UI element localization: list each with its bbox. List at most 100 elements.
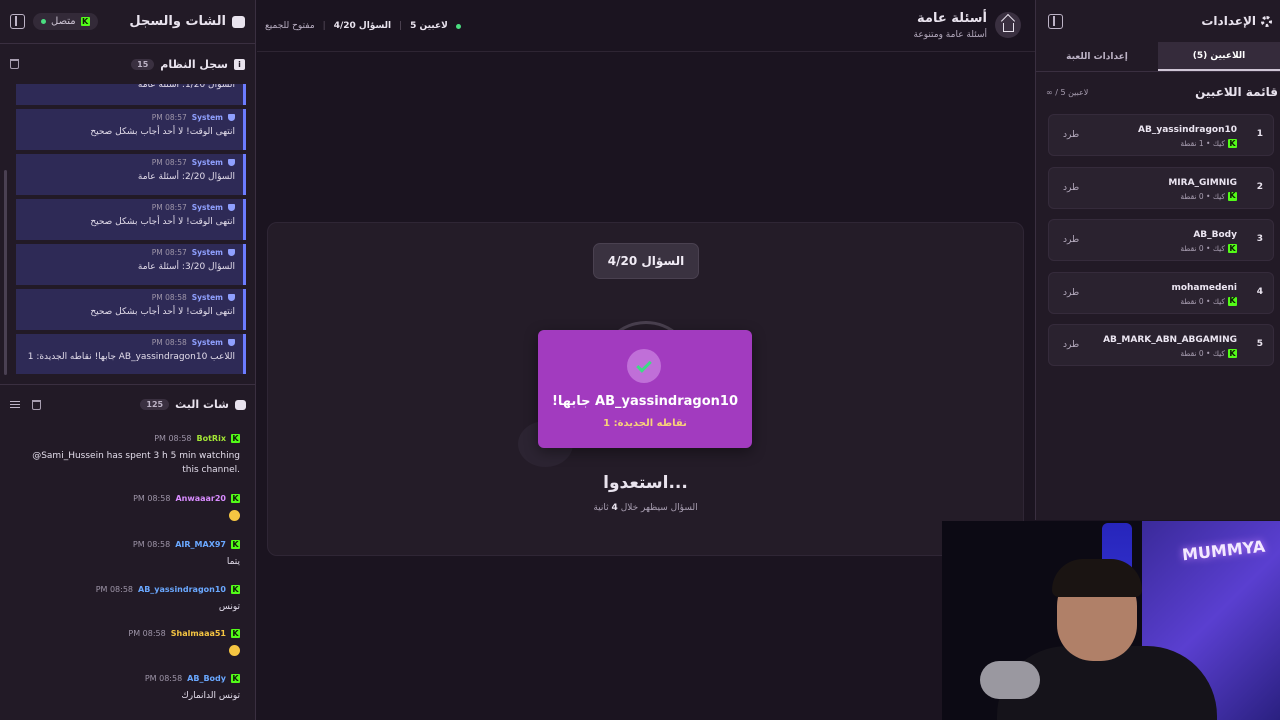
correct-answer-popup: AB_yassindragon10 جابها! نقاطه الجديدة: …: [538, 330, 752, 448]
chat-username[interactable]: BotRix: [197, 434, 226, 443]
log-entry-source: System: [191, 203, 223, 212]
sort-icon[interactable]: [10, 400, 20, 410]
clear-chat-trash-icon[interactable]: [32, 399, 41, 410]
category-subtitle: أسئلة عامة ومتنوعة: [913, 30, 988, 40]
stream-chat-list: PM 08:58 BotRix K @Sami_Hussein has spent 3…: [0, 428, 256, 720]
chat-username[interactable]: AB_Body: [187, 674, 226, 683]
log-entry-meta: PM 08:58 System: [24, 338, 235, 347]
emoji-icon: [229, 645, 240, 656]
tab-players[interactable]: اللاعبين (5): [1158, 42, 1280, 71]
chat-bubble-icon: [232, 15, 245, 28]
chat-message-text: تونس: [20, 600, 240, 614]
chat-username[interactable]: AB_yassindragon10: [138, 585, 226, 594]
chat-message-meta: PM 08:58 BotRix K: [20, 434, 240, 443]
player-list-count: ∞ / 5 لاعبين: [1046, 87, 1089, 97]
chat-log-title-wrap: الشات والسجل: [129, 14, 245, 29]
chat-username[interactable]: Shalmaaa51: [171, 629, 226, 638]
question-progress: السؤال 4/20: [333, 21, 392, 31]
chat-username[interactable]: Anwaaar20: [175, 494, 226, 503]
system-log-header: 15 سجل النظام i: [0, 44, 255, 84]
kick-player-button[interactable]: طرد: [1063, 183, 1079, 193]
chat-message-text: تونس الدانمارك: [20, 689, 240, 703]
log-entry-meta: PM 08:57 System: [24, 203, 235, 212]
chat-message-body: يتما: [226, 557, 240, 567]
clear-log-trash-icon[interactable]: [10, 59, 19, 69]
live-dot-icon: [455, 23, 461, 29]
chat-message-text: [20, 509, 240, 523]
player-rank: 3: [1256, 234, 1263, 244]
kick-platform-icon: K: [1228, 138, 1237, 148]
chat-message-meta: PM 08:58 AB_yassindragon10 K: [20, 585, 240, 594]
log-entry-text: السؤال 2/20: أسئلة عامة: [137, 172, 235, 182]
kick-player-button[interactable]: طرد: [1063, 130, 1079, 140]
player-list-header: ∞ / 5 لاعبين قائمة اللاعبين: [1036, 72, 1280, 112]
game-status-row: مفتوح للجميع | السؤال 4/20 | 5 لاعبين: [265, 21, 461, 31]
chat-message-time: PM 08:58: [144, 674, 183, 683]
player-card: 1 AB_yassindragon10 كيك • 1 نقطة K طرد: [1048, 114, 1274, 156]
chat-message-body: تونس الدانمارك: [181, 691, 240, 701]
chat-log-title: الشات والسجل: [129, 14, 226, 29]
player-points: كيك • 0 نقطة: [1180, 191, 1225, 201]
kick-player-button[interactable]: طرد: [1063, 340, 1079, 350]
player-name: MIRA_GIMNIG: [1168, 177, 1237, 188]
player-list-title: قائمة اللاعبين: [1195, 85, 1278, 99]
shield-icon: [228, 294, 235, 301]
log-entry-time: PM 08:57: [151, 158, 187, 167]
info-icon: i: [234, 58, 245, 70]
log-entry-meta: PM 08:57 System: [24, 113, 235, 122]
chat-message-text: [20, 644, 240, 658]
player-name: AB_yassindragon10: [1138, 125, 1237, 135]
log-entry-text: اللاعب AB_yassindragon10 جابها! نقاطه ال…: [27, 352, 235, 362]
collapse-settings-icon[interactable]: [1048, 13, 1063, 29]
kick-badge-icon: K: [231, 433, 240, 443]
tab-game-settings[interactable]: إعدادات اللعبة: [1036, 42, 1158, 71]
log-entry-text: السؤال 1/20: أسئلة عامة: [137, 84, 235, 90]
checkmark-icon: [636, 356, 652, 373]
log-entry-source: System: [191, 158, 223, 167]
collapse-panel-icon[interactable]: [10, 14, 25, 29]
player-points: كيك • 0 نقطة: [1180, 296, 1225, 306]
chat-message-meta: PM 08:58 Anwaaar20 K: [20, 494, 240, 503]
log-entry-source: System: [191, 113, 223, 122]
game-mode: مفتوح للجميع: [265, 21, 315, 31]
log-entry-source: System: [191, 338, 223, 347]
chat-username[interactable]: AIR_MAX97: [175, 540, 226, 549]
get-ready-text: استعدوا...: [603, 473, 688, 493]
home-icon: [1002, 22, 1014, 32]
chat-message-time: PM 08:58: [128, 629, 166, 638]
home-button[interactable]: [995, 12, 1021, 38]
system-log-entry: PM 08:57 System انتهى الوقت! لا أحد أجاب ب…: [16, 199, 246, 240]
chat-message-text: يتما: [20, 555, 240, 569]
chat-message: PM 08:58 AIR_MAX97 K يتما: [20, 540, 240, 569]
player-name: AB_Body: [1193, 230, 1237, 240]
player-name: mohamedeni: [1171, 282, 1237, 293]
microphone: [980, 661, 1040, 699]
shield-icon: [228, 339, 235, 346]
chat-message-time: PM 08:58: [133, 494, 171, 503]
connection-status: متصل: [51, 16, 76, 27]
kick-player-button[interactable]: طرد: [1063, 288, 1079, 298]
chat-message-time: PM 08:58: [154, 434, 192, 443]
countdown-prefix: السؤال سيظهر خلال: [620, 503, 698, 513]
system-log-entry: PM 08:57 System السؤال 2/20: أسئلة عامة: [16, 154, 246, 195]
kick-badge-icon: K: [231, 673, 240, 683]
shield-icon: [228, 114, 235, 121]
kick-badge-icon: K: [231, 539, 240, 549]
chat-message-time: PM 08:58: [132, 540, 171, 549]
system-log-count: 15: [131, 58, 155, 70]
shield-icon: [228, 159, 235, 166]
chat-message: PM 08:58 Anwaaar20 K: [20, 494, 240, 523]
kick-platform-icon: K: [1228, 243, 1237, 253]
player-points: كيك • 0 نقطة: [1180, 244, 1225, 253]
webcam-overlay: MUMMYA: [942, 521, 1280, 720]
kick-badge-icon: K: [231, 493, 240, 503]
player-rank: 2: [1256, 181, 1263, 192]
player-card: 2 MIRA_GIMNIG كيك • 0 نقطة K طرد: [1048, 166, 1274, 209]
stream-chat-count: 125: [140, 399, 170, 410]
category-title: أسئلة عامة: [917, 11, 987, 26]
chat-message-meta: PM 08:58 AB_Body K: [20, 674, 240, 683]
check-circle: [627, 349, 661, 383]
kick-player-button[interactable]: طرد: [1063, 235, 1079, 245]
emoji-icon: [229, 510, 240, 521]
player-meta: كيك • 0 نقطة K: [1180, 191, 1237, 201]
